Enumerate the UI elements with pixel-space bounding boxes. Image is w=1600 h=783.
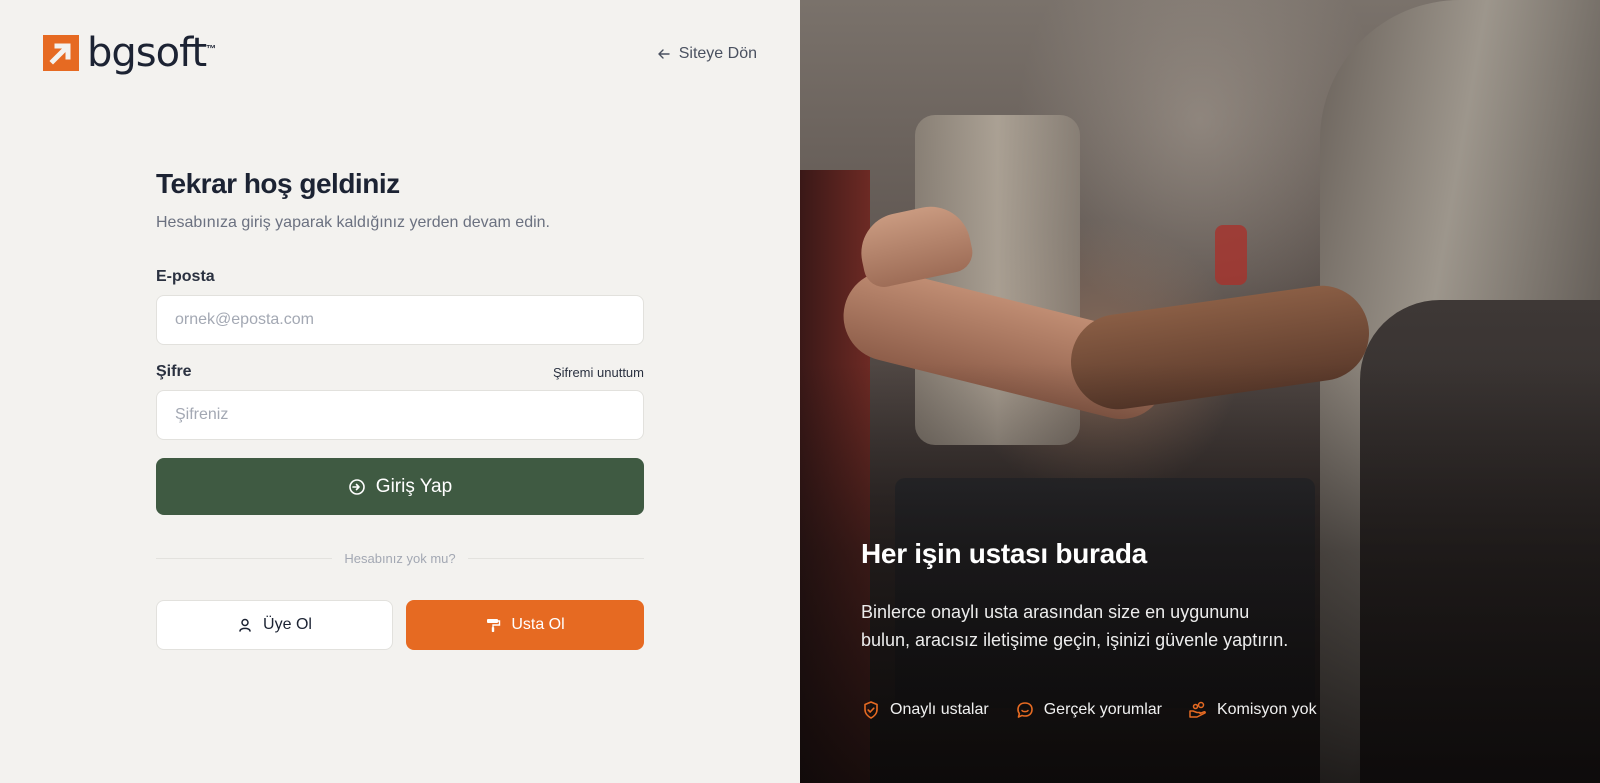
feature-item: Onaylı ustalar	[861, 700, 989, 720]
shield-check-icon	[864, 701, 878, 719]
chat-bubble-icon	[1016, 702, 1033, 718]
feature-list: Onaylı ustalar Gerçek yorumlar Komisyon …	[861, 700, 1317, 720]
feature-item: Gerçek yorumlar	[1015, 700, 1162, 720]
email-field[interactable]	[156, 295, 644, 345]
hero-description: Binlerce onaylı usta arasından size en u…	[861, 602, 1289, 650]
hero-title: Her işin ustası burada	[861, 538, 1147, 569]
back-to-site-label: Siteye Dön	[678, 45, 757, 62]
hero-content: Her işin ustası burada Binlerce onaylı u…	[861, 538, 1501, 654]
page-subtitle: Hesabınıza giriş yaparak kaldığınız yerd…	[156, 214, 550, 231]
arrow-left-icon	[658, 49, 670, 59]
register-member-button[interactable]: Üye Ol	[156, 600, 393, 650]
login-form: Tekrar hoş geldiniz Hesabınıza giriş yap…	[156, 168, 644, 650]
hero-image-panel: Her işin ustası burada Binlerce onaylı u…	[800, 0, 1600, 783]
back-to-site-link[interactable]: Siteye Dön	[657, 45, 757, 63]
login-icon	[348, 478, 365, 495]
login-button-label: Giriş Yap	[375, 475, 453, 497]
feature-label: Gerçek yorumlar	[1043, 701, 1162, 718]
signup-buttons: Üye Ol Usta Ol	[156, 600, 644, 650]
login-button[interactable]: Giriş Yap	[156, 458, 644, 515]
password-label: Şifre	[156, 363, 192, 380]
background-red-object	[1215, 225, 1247, 285]
paint-roller-icon	[487, 619, 501, 632]
logo-mark-icon	[43, 35, 79, 71]
divider: Hesabınız yok mu?	[156, 548, 644, 568]
forgot-password-link[interactable]: Şifremi unuttum	[553, 365, 644, 380]
register-pro-button[interactable]: Usta Ol	[406, 600, 644, 650]
feature-label: Komisyon yok	[1216, 701, 1317, 718]
register-pro-label: Usta Ol	[511, 616, 565, 633]
user-icon	[239, 618, 251, 632]
no-account-text: Hesabınız yok mu?	[332, 550, 468, 566]
hand-coins-icon	[1189, 701, 1206, 718]
brand-name: bgsoft	[87, 30, 207, 76]
login-panel: bgsoft ™ Siteye Dön Tekrar hoş geldiniz H…	[0, 0, 800, 783]
register-member-label: Üye Ol	[263, 616, 312, 633]
email-label: E-posta	[156, 268, 215, 285]
brand-logo[interactable]: bgsoft ™	[43, 33, 216, 73]
feature-label: Onaylı ustalar	[890, 701, 989, 718]
password-field[interactable]	[156, 390, 644, 440]
feature-item: Komisyon yok	[1188, 700, 1317, 720]
page-title: Tekrar hoş geldiniz	[156, 168, 400, 199]
password-group: Şifre Şifremi unuttum	[156, 363, 644, 440]
email-group: E-posta	[156, 268, 644, 345]
brand-trademark: ™	[206, 43, 217, 55]
